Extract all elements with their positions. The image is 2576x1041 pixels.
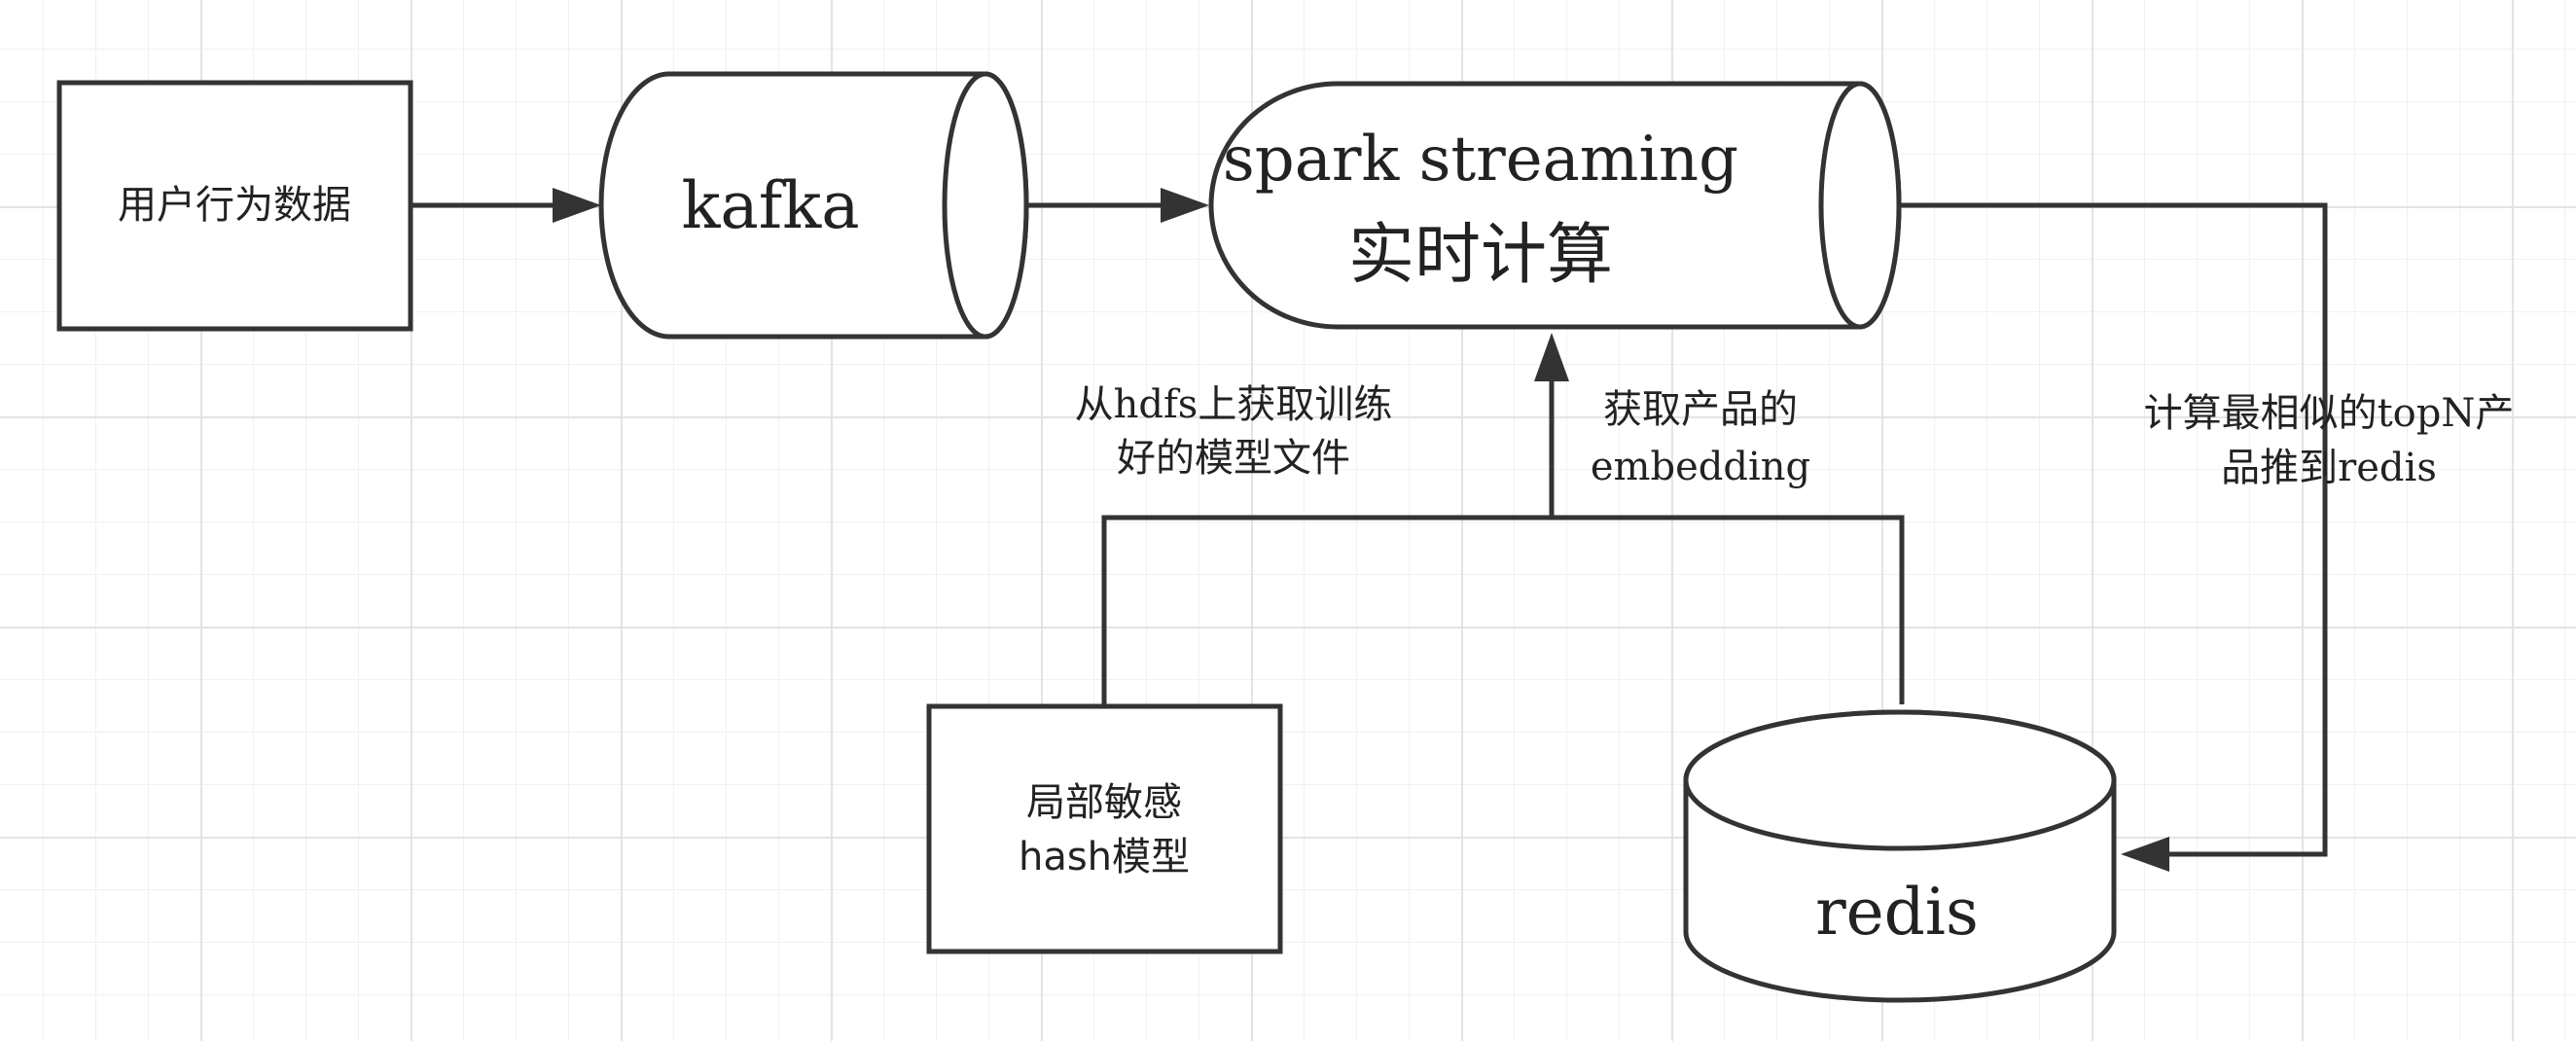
node-user-behavior-data-label: 用户行为数据 — [118, 183, 351, 228]
edge-label-embedding-line2: embedding — [1591, 445, 1810, 489]
edge-label-hdfs: 从hdfs上获取训练 好的模型文件 — [1075, 382, 1393, 481]
node-lsh-model-label-line1: 局部敏感 — [1026, 780, 1182, 825]
node-redis-label: redis — [1815, 875, 1979, 950]
node-user-behavior-data: 用户行为数据 — [56, 80, 413, 332]
diagram-canvas: 用户行为数据 kafka spark streaming 实时计算 局部敏感 h… — [0, 0, 2576, 1041]
edge-label-hdfs-line2: 好的模型文件 — [1117, 436, 1350, 481]
edge-label-embedding-line1: 获取产品的 — [1603, 387, 1798, 432]
node-kafka: kafka — [598, 71, 1029, 340]
node-lsh-model: 局部敏感 hash模型 — [926, 703, 1283, 954]
edge-label-embedding: 获取产品的 embedding — [1591, 387, 1810, 489]
edge-label-topn: 计算最相似的topN产 品推到redis — [2144, 391, 2515, 490]
node-kafka-label: kafka — [681, 168, 859, 243]
edge-user-to-kafka — [411, 188, 601, 223]
node-spark-streaming-label-line2: 实时计算 — [1348, 217, 1613, 294]
edge-label-hdfs-line1: 从hdfs上获取训练 — [1075, 382, 1393, 427]
edge-kafka-to-spark — [1026, 188, 1209, 223]
node-redis: redis — [1683, 709, 2117, 1003]
node-spark-streaming-label-line1: spark streaming — [1223, 124, 1738, 196]
edge-label-topn-line1: 计算最相似的topN产 — [2144, 391, 2515, 436]
flow-diagram: 用户行为数据 kafka spark streaming 实时计算 局部敏感 h… — [56, 71, 2515, 1003]
node-spark-streaming: spark streaming 实时计算 — [1208, 81, 1902, 330]
edge-label-topn-line2: 品推到redis — [2221, 446, 2437, 490]
node-lsh-model-label-line2: hash模型 — [1019, 835, 1190, 879]
